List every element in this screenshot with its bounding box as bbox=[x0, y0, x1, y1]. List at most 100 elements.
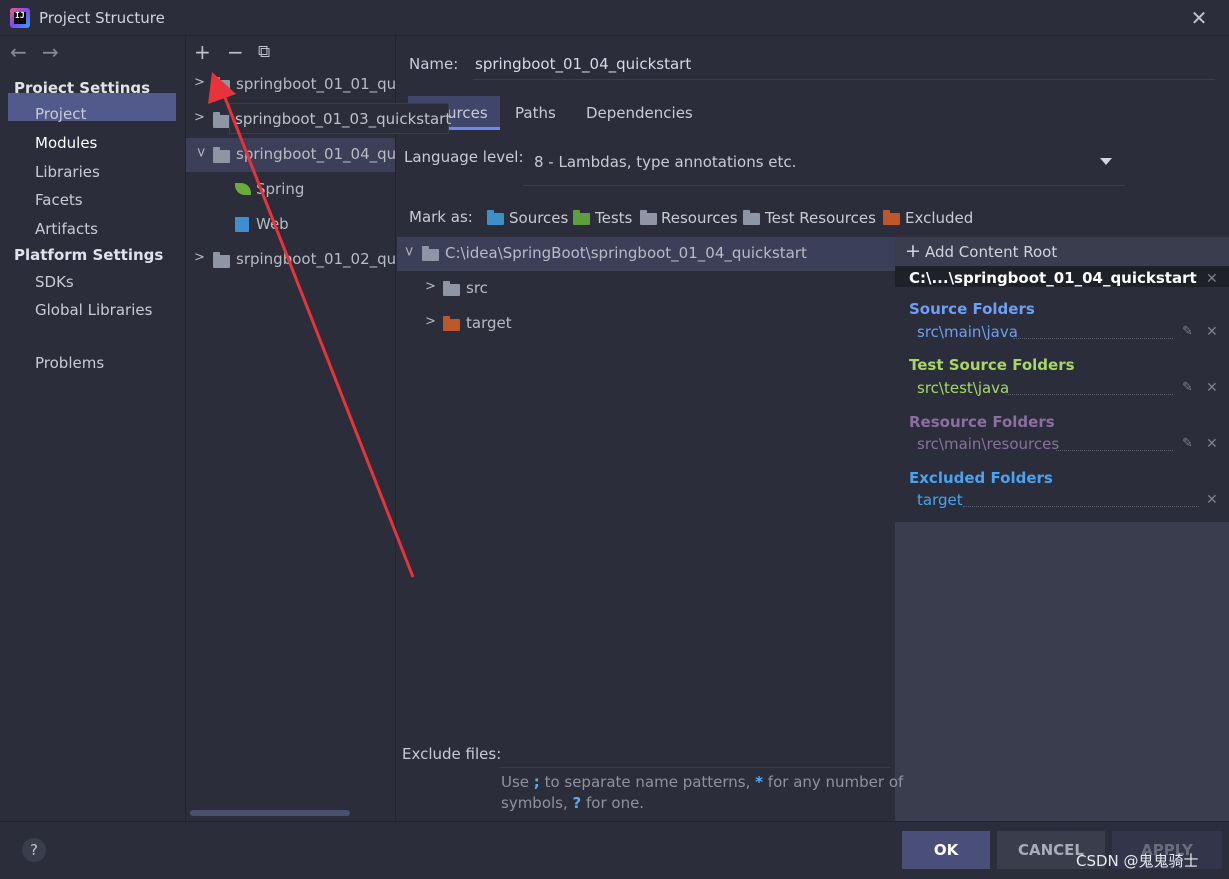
tooltip-text: springboot_01_03_quickstart bbox=[235, 110, 452, 128]
remove-folder-icon[interactable]: ✕ bbox=[1206, 324, 1218, 340]
tests-folder-icon bbox=[573, 210, 590, 225]
ok-button[interactable]: OK bbox=[902, 831, 990, 869]
web-globe-icon bbox=[235, 217, 249, 232]
title-bar bbox=[0, 0, 1229, 36]
nav-item-libraries[interactable]: Libraries bbox=[35, 163, 100, 181]
remove-folder-icon[interactable]: ✕ bbox=[1206, 436, 1218, 452]
nav-item-modules[interactable]: Modules bbox=[35, 134, 97, 152]
chevron-down-icon[interactable]: > bbox=[401, 246, 416, 257]
plus-icon[interactable]: + bbox=[905, 240, 921, 262]
language-level-value[interactable]: 8 - Lambdas, type annotations etc. bbox=[534, 153, 796, 171]
back-arrow-icon[interactable]: ← bbox=[10, 40, 27, 64]
csdn-watermark: CSDN @鬼鬼骑士 bbox=[1076, 852, 1199, 870]
content-root-tree bbox=[397, 237, 895, 742]
add-module-icon[interactable]: + bbox=[194, 40, 211, 64]
chevron-right-icon[interactable]: > bbox=[194, 75, 205, 90]
chevron-right-icon[interactable]: > bbox=[425, 314, 436, 329]
excluded-folders-heading: Excluded Folders bbox=[909, 469, 1053, 487]
hint-question: ? bbox=[572, 794, 582, 812]
edit-pencil-icon[interactable]: ✎ bbox=[1182, 380, 1193, 395]
settings-sidebar bbox=[0, 36, 185, 821]
module-name-tooltip: springboot_01_03_quickstart bbox=[229, 103, 452, 134]
module-folder-icon bbox=[213, 112, 230, 128]
remove-folder-icon[interactable]: ✕ bbox=[1206, 492, 1218, 508]
mark-as-label: Mark as: bbox=[409, 208, 473, 226]
exclude-hint-line-1: Use ; to separate name patterns, * for a… bbox=[501, 773, 903, 791]
close-icon[interactable]: ✕ bbox=[1188, 7, 1210, 29]
mark-resources-button[interactable]: Resources bbox=[661, 209, 738, 227]
module-tree-panel: + − ⧉ > springboot_01_01_qui > springboo… bbox=[185, 36, 396, 821]
mark-excluded-button[interactable]: Excluded bbox=[905, 209, 973, 227]
name-label: Name: bbox=[409, 55, 459, 73]
remove-content-root-icon[interactable]: ✕ bbox=[1206, 271, 1218, 287]
facet-row-web[interactable]: Web bbox=[186, 208, 395, 242]
mark-sources-button[interactable]: Sources bbox=[509, 209, 568, 227]
divider bbox=[1056, 450, 1173, 451]
horizontal-scrollbar[interactable] bbox=[190, 810, 350, 816]
mark-test-resources-button[interactable]: Test Resources bbox=[765, 209, 876, 227]
resources-folder-icon bbox=[640, 210, 657, 225]
help-icon[interactable]: ? bbox=[22, 838, 46, 862]
nav-item-facets[interactable]: Facets bbox=[35, 191, 83, 209]
hint-text: for one. bbox=[581, 794, 645, 812]
module-row[interactable]: > springboot_01_01_qui bbox=[186, 68, 396, 102]
content-root-title: C:\...\springboot_01_04_quickstart bbox=[909, 269, 1197, 287]
nav-item-global-libraries[interactable]: Global Libraries bbox=[35, 301, 152, 319]
chevron-down-icon[interactable]: > bbox=[193, 147, 208, 158]
edit-pencil-icon[interactable]: ✎ bbox=[1182, 324, 1193, 339]
tree-item-src[interactable]: src bbox=[466, 279, 488, 297]
copy-module-icon[interactable]: ⧉ bbox=[258, 42, 270, 62]
test-source-folder-path[interactable]: src\test\java bbox=[917, 379, 1009, 397]
module-label: srpingboot_01_02_qui bbox=[236, 250, 396, 268]
excluded-folder-path[interactable]: target bbox=[917, 491, 963, 509]
chevron-right-icon[interactable]: > bbox=[194, 250, 205, 265]
exclude-hint-line-2: symbols, ? for one. bbox=[501, 794, 644, 812]
edit-pencil-icon[interactable]: ✎ bbox=[1182, 436, 1193, 451]
chevron-right-icon[interactable]: > bbox=[425, 279, 436, 294]
excluded-folder-icon bbox=[883, 210, 900, 225]
folder-icon bbox=[422, 246, 439, 261]
facet-label: Web bbox=[256, 215, 289, 233]
folder-icon bbox=[443, 281, 460, 296]
exclude-files-label: Exclude files: bbox=[402, 745, 502, 763]
remove-module-icon[interactable]: − bbox=[227, 40, 244, 64]
tab-dependencies[interactable]: Dependencies bbox=[586, 104, 693, 122]
facet-label: Spring bbox=[256, 180, 305, 198]
selected-nav-highlight bbox=[8, 93, 176, 121]
module-folder-icon bbox=[213, 147, 230, 163]
mark-tests-button[interactable]: Tests bbox=[595, 209, 632, 227]
nav-item-problems[interactable]: Problems bbox=[35, 354, 104, 372]
divider bbox=[1013, 338, 1173, 339]
resource-folders-heading: Resource Folders bbox=[909, 413, 1055, 431]
name-value[interactable]: springboot_01_04_quickstart bbox=[475, 55, 691, 73]
module-row-selected[interactable]: > springboot_01_04_qui bbox=[186, 138, 395, 172]
spring-leaf-icon bbox=[235, 183, 251, 195]
add-content-root-button[interactable]: Add Content Root bbox=[925, 243, 1057, 261]
source-folder-path[interactable]: src\main\java bbox=[917, 323, 1018, 341]
content-root-path[interactable]: C:\idea\SpringBoot\springboot_01_04_quic… bbox=[445, 244, 807, 262]
excluded-folder-icon bbox=[443, 316, 460, 331]
intellij-app-icon: IJ bbox=[10, 8, 30, 28]
hint-star: * bbox=[755, 773, 764, 791]
remove-folder-icon[interactable]: ✕ bbox=[1206, 380, 1218, 396]
divider bbox=[1006, 394, 1173, 395]
hint-text: to separate name patterns, bbox=[539, 773, 756, 791]
hint-text: symbols, bbox=[501, 794, 573, 812]
tab-sources-label: urces bbox=[447, 104, 488, 122]
nav-item-artifacts[interactable]: Artifacts bbox=[35, 220, 98, 238]
dropdown-arrow-icon[interactable] bbox=[1100, 158, 1112, 165]
exclude-files-input[interactable] bbox=[500, 740, 890, 768]
nav-item-project[interactable]: Project bbox=[35, 105, 86, 123]
module-row[interactable]: > srpingboot_01_02_qui bbox=[186, 243, 396, 277]
tree-item-target[interactable]: target bbox=[466, 314, 512, 332]
module-folder-icon bbox=[213, 77, 230, 93]
forward-arrow-icon[interactable]: → bbox=[42, 40, 59, 64]
module-label: springboot_01_01_qui bbox=[236, 75, 396, 93]
test-source-folders-heading: Test Source Folders bbox=[909, 356, 1075, 374]
tab-paths[interactable]: Paths bbox=[515, 104, 556, 122]
facet-row-spring[interactable]: Spring bbox=[186, 173, 395, 207]
nav-item-sdks[interactable]: SDKs bbox=[35, 273, 74, 291]
resource-folder-path[interactable]: src\main\resources bbox=[917, 435, 1059, 453]
language-level-label: Language level: bbox=[404, 148, 524, 166]
chevron-right-icon[interactable]: > bbox=[194, 110, 205, 125]
